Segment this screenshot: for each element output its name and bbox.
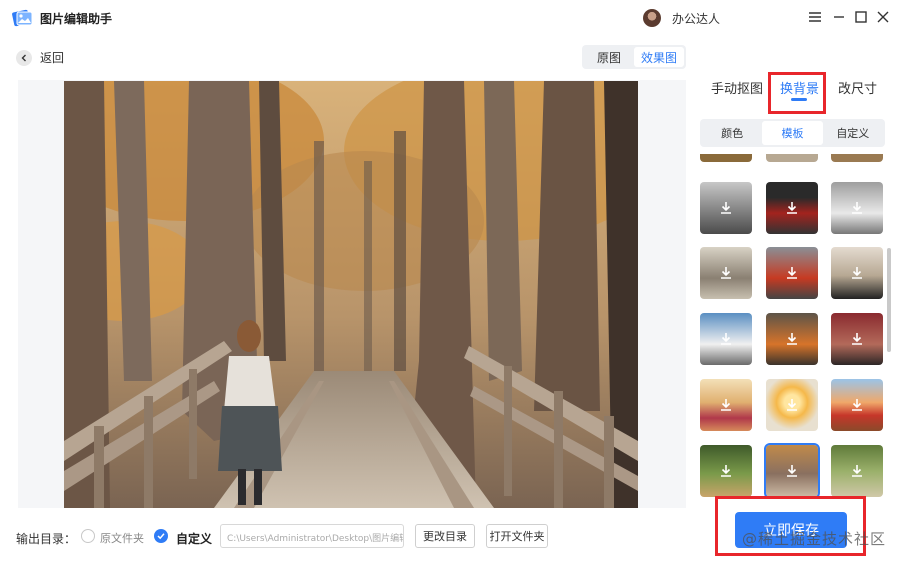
tab-resize[interactable]: 改尺寸 — [838, 78, 877, 97]
highlight-box-tab — [768, 72, 826, 114]
check-icon — [157, 533, 165, 540]
background-subtabs: 颜色 模板 自定义 — [700, 119, 885, 147]
tab-result[interactable]: 效果图 — [634, 47, 684, 67]
download-icon — [721, 202, 731, 214]
download-icon — [852, 267, 862, 279]
radio-custom[interactable] — [154, 529, 168, 543]
template-thumb[interactable] — [766, 247, 818, 299]
download-icon — [721, 465, 731, 477]
subtab-template[interactable]: 模板 — [762, 121, 823, 145]
template-thumb[interactable] — [831, 182, 883, 234]
title-bar: 图片编辑助手 办公达人 — [0, 0, 900, 36]
download-icon — [787, 399, 797, 411]
back-label: 返回 — [40, 51, 65, 65]
download-icon — [852, 465, 862, 477]
template-thumb[interactable] — [831, 445, 883, 497]
download-icon — [787, 465, 797, 477]
download-icon — [787, 267, 797, 279]
template-thumb[interactable] — [700, 182, 752, 234]
tab-manual-cutout[interactable]: 手动抠图 — [711, 78, 763, 97]
template-thumb[interactable] — [831, 379, 883, 431]
chevron-left-icon — [16, 49, 32, 66]
back-button[interactable]: 返回 — [16, 49, 64, 66]
open-folder-button[interactable]: 打开文件夹 — [486, 524, 548, 548]
minimize-icon[interactable] — [830, 8, 848, 26]
download-icon — [852, 399, 862, 411]
radio-original-folder-label[interactable]: 原文件夹 — [100, 530, 144, 546]
change-dir-button[interactable]: 更改目录 — [415, 524, 475, 548]
app-title: 图片编辑助手 — [40, 12, 113, 26]
output-dir-label: 输出目录： — [16, 532, 77, 546]
menu-icon[interactable] — [806, 8, 824, 26]
watermark: @稀土掘金技术社区 — [742, 530, 887, 548]
download-icon — [787, 333, 797, 345]
preview-image — [64, 81, 638, 508]
tab-original[interactable]: 原图 — [584, 47, 634, 67]
template-thumb[interactable] — [766, 313, 818, 365]
template-thumb[interactable] — [766, 379, 818, 431]
download-icon — [721, 399, 731, 411]
user-name[interactable]: 办公达人 — [672, 10, 720, 27]
download-icon — [852, 333, 862, 345]
template-thumb[interactable] — [766, 154, 818, 162]
template-thumb-selected[interactable] — [764, 443, 820, 499]
template-thumb[interactable] — [831, 247, 883, 299]
maximize-icon[interactable] — [852, 8, 870, 26]
template-thumb[interactable] — [766, 182, 818, 234]
template-thumb[interactable] — [700, 379, 752, 431]
subtab-color[interactable]: 颜色 — [702, 121, 762, 145]
download-icon — [787, 202, 797, 214]
template-thumb[interactable] — [831, 313, 883, 365]
template-thumb[interactable] — [700, 247, 752, 299]
template-thumb[interactable] — [700, 154, 752, 162]
view-toggle: 原图 效果图 — [582, 45, 686, 69]
output-path-field[interactable]: C:\Users\Administrator\Desktop\图片编辑 — [220, 524, 404, 548]
download-icon — [852, 202, 862, 214]
subtab-custom[interactable]: 自定义 — [823, 121, 883, 145]
radio-original-folder[interactable] — [81, 529, 95, 543]
download-icon — [721, 267, 731, 279]
avatar[interactable] — [643, 9, 661, 27]
template-grid — [700, 154, 884, 499]
radio-custom-label[interactable]: 自定义 — [176, 530, 212, 547]
template-scrollbar[interactable] — [887, 248, 891, 352]
download-icon — [721, 333, 731, 345]
template-thumb[interactable] — [700, 313, 752, 365]
template-thumb[interactable] — [700, 445, 752, 497]
template-thumb[interactable] — [831, 154, 883, 162]
app-logo-icon — [12, 9, 33, 27]
close-icon[interactable] — [874, 8, 892, 26]
